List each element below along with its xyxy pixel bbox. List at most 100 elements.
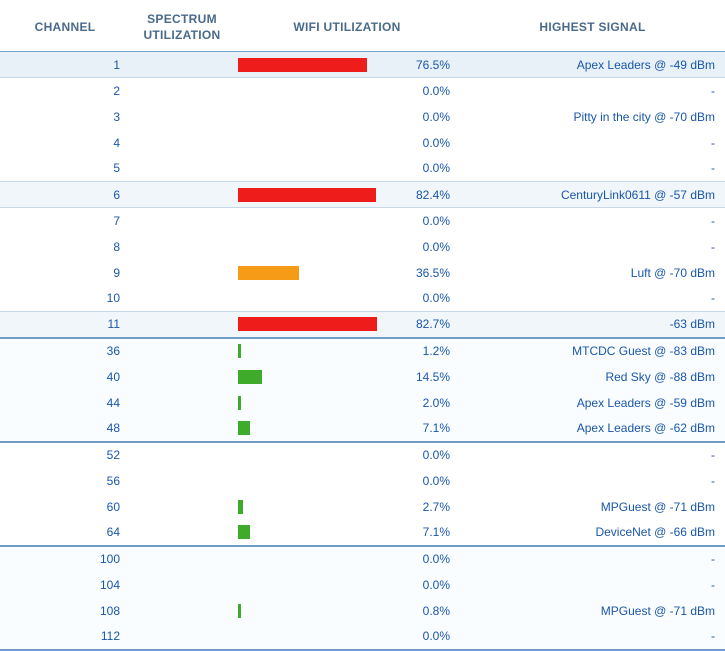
table-row[interactable]: 40.0%- [0, 130, 725, 156]
wifi-utilization-value: 1.2% [423, 344, 450, 358]
table-row[interactable]: 70.0%- [0, 208, 725, 234]
wifi-utilization-cell: 7.1% [234, 416, 460, 442]
highest-signal-value: - [460, 442, 725, 468]
wifi-utilization-value: 0.0% [423, 161, 450, 175]
highest-signal-value: Apex Leaders @ -62 dBm [460, 416, 725, 442]
channel-number: 1 [0, 52, 130, 78]
table-row[interactable]: 682.4%CenturyLink0611 @ -57 dBm [0, 182, 725, 208]
highest-signal-value: - [460, 624, 725, 650]
table-row[interactable]: 442.0%Apex Leaders @ -59 dBm [0, 390, 725, 416]
wifi-utilization-cell: 0.0% [234, 104, 460, 130]
wifi-utilization-cell: 0.0% [234, 234, 460, 260]
highest-signal-value: - [460, 130, 725, 156]
table-row[interactable]: 64 7.1%DeviceNet @ -66 dBm [0, 520, 725, 546]
spectrum-utilization-cell [130, 104, 234, 130]
wifi-utilization-bar [238, 344, 406, 358]
wifi-utilization-value: 0.0% [423, 84, 450, 98]
table-row[interactable]: 602.7%MPGuest @ -71 dBm [0, 494, 725, 520]
channel-number: 5 [0, 156, 130, 182]
table-row[interactable]: 4014.5%Red Sky @ -88 dBm [0, 364, 725, 390]
wifi-utilization-bar [238, 552, 406, 566]
header-spectrum-utilization[interactable]: SPECTRUM UTILIZATION [130, 4, 234, 52]
spectrum-utilization-cell [130, 624, 234, 650]
table-row[interactable]: 361.2%MTCDC Guest @ -83 dBm [0, 338, 725, 364]
wifi-utilization-bar [238, 214, 406, 228]
channel-number: 8 [0, 234, 130, 260]
wifi-utilization-value: 0.0% [423, 136, 450, 150]
wifi-utilization-cell: 0.0% [234, 546, 460, 572]
table-row[interactable]: 1000.0%- [0, 546, 725, 572]
header-highest-signal[interactable]: HIGHEST SIGNAL [460, 4, 725, 52]
spectrum-utilization-cell [130, 416, 234, 442]
wifi-utilization-bar [238, 474, 406, 488]
wifi-utilization-value: 0.0% [423, 629, 450, 643]
table-row[interactable]: 3 0.0% Pitty in the city @ -70 dBm [0, 104, 725, 130]
table-row[interactable]: 80.0%- [0, 234, 725, 260]
spectrum-utilization-cell [130, 312, 234, 338]
table-row[interactable]: 1182.7%-63 dBm [0, 312, 725, 338]
channel-number: 36 [0, 338, 130, 364]
table-row[interactable]: 5 0.0%- [0, 156, 725, 182]
spectrum-utilization-cell [130, 546, 234, 572]
wifi-utilization-cell: 7.1% [234, 520, 460, 546]
wifi-utilization-cell: 2.7% [234, 494, 460, 520]
wifi-utilization-bar [238, 266, 406, 280]
wifi-utilization-value: 0.0% [423, 474, 450, 488]
channel-number: 9 [0, 260, 130, 286]
table-row[interactable]: 1120.0%- [0, 624, 725, 650]
table-row[interactable]: 1080.8%MPGuest @ -71 dBm [0, 598, 725, 624]
table-row[interactable]: 176.5%Apex Leaders @ -49 dBm [0, 52, 725, 78]
channel-number: 40 [0, 364, 130, 390]
table-row[interactable]: 20.0%- [0, 78, 725, 104]
wifi-utilization-cell: 82.4% [234, 182, 460, 208]
wifi-utilization-cell: 0.0% [234, 442, 460, 468]
wifi-utilization-value: 0.0% [423, 240, 450, 254]
highest-signal-value: Pitty in the city @ -70 dBm [460, 104, 725, 130]
spectrum-utilization-cell [130, 78, 234, 104]
wifi-utilization-value: 0.0% [423, 578, 450, 592]
channel-number: 44 [0, 390, 130, 416]
wifi-utilization-value: 36.5% [416, 266, 450, 280]
wifi-utilization-bar [238, 578, 406, 592]
spectrum-utilization-cell [130, 442, 234, 468]
header-channel[interactable]: CHANNEL [0, 4, 130, 52]
wifi-utilization-cell: 0.0% [234, 624, 460, 650]
spectrum-utilization-cell [130, 52, 234, 78]
highest-signal-value: - [460, 286, 725, 312]
header-wifi-utilization[interactable]: WIFI UTILIZATION [234, 4, 460, 52]
wifi-utilization-bar [238, 84, 406, 98]
spectrum-utilization-cell [130, 234, 234, 260]
highest-signal-value: - [460, 78, 725, 104]
highest-signal-value: DeviceNet @ -66 dBm [460, 520, 725, 546]
highest-signal-value: - [460, 208, 725, 234]
wifi-utilization-bar [238, 110, 406, 124]
wifi-utilization-bar [238, 136, 406, 150]
channel-number: 6 [0, 182, 130, 208]
spectrum-utilization-cell [130, 182, 234, 208]
table-row[interactable]: 520.0%- [0, 442, 725, 468]
wifi-utilization-value: 2.7% [423, 500, 450, 514]
table-row[interactable]: 936.5%Luft @ -70 dBm [0, 260, 725, 286]
wifi-utilization-cell: 1.2% [234, 338, 460, 364]
highest-signal-value: Red Sky @ -88 dBm [460, 364, 725, 390]
table-row[interactable]: 487.1%Apex Leaders @ -62 dBm [0, 416, 725, 442]
highest-signal-value: - [460, 156, 725, 182]
spectrum-utilization-cell [130, 286, 234, 312]
table-header-row: CHANNEL SPECTRUM UTILIZATION WIFI UTILIZ… [0, 4, 725, 52]
highest-signal-value: Apex Leaders @ -59 dBm [460, 390, 725, 416]
table-row[interactable]: 560.0%- [0, 468, 725, 494]
wifi-utilization-cell: 76.5% [234, 52, 460, 78]
wifi-utilization-value: 0.0% [423, 110, 450, 124]
wifi-utilization-bar [238, 317, 406, 331]
wifi-utilization-cell: 0.0% [234, 572, 460, 598]
table-row[interactable]: 100.0%- [0, 286, 725, 312]
channel-number: 3 [0, 104, 130, 130]
wifi-utilization-cell: 0.0% [234, 78, 460, 104]
table-row[interactable]: 1040.0%- [0, 572, 725, 598]
channel-number: 60 [0, 494, 130, 520]
channel-number: 64 [0, 520, 130, 546]
wifi-utilization-bar [238, 291, 406, 305]
spectrum-utilization-cell [130, 468, 234, 494]
wifi-utilization-bar [238, 188, 406, 202]
wifi-utilization-cell: 0.0% [234, 286, 460, 312]
